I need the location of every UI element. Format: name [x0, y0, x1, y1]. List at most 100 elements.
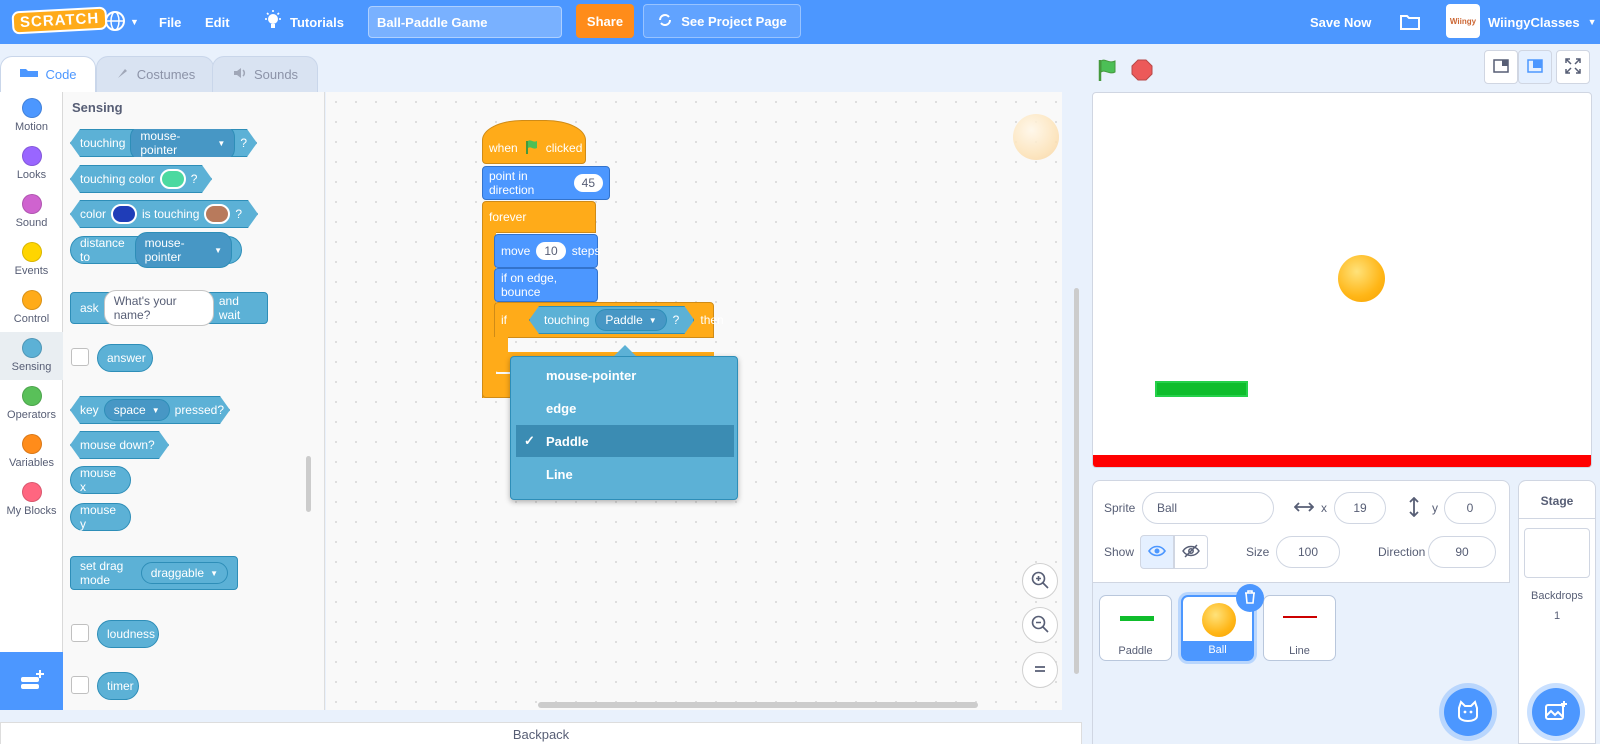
color-swatch[interactable] — [204, 204, 230, 224]
block-touching-color[interactable]: touching color ? — [70, 165, 212, 193]
block-forever[interactable]: forever — [482, 201, 596, 233]
zoom-out-button[interactable] — [1022, 607, 1058, 643]
block-distance-to[interactable]: distance to mouse-pointer ▼ — [70, 232, 242, 268]
choose-sprite-button[interactable] — [1444, 688, 1492, 736]
x-input[interactable]: 19 — [1334, 492, 1386, 524]
size-input[interactable]: 100 — [1276, 536, 1340, 568]
block-move-steps[interactable]: move 10 steps — [494, 234, 600, 268]
hide-button[interactable] — [1174, 535, 1208, 569]
block-mouse-x[interactable]: mouse x — [70, 466, 131, 494]
block-mouse-down[interactable]: mouse down? — [70, 431, 169, 459]
zoom-in-button[interactable] — [1022, 563, 1058, 599]
sprite-tile-line[interactable]: Line — [1263, 595, 1336, 661]
block-point-in-direction[interactable]: point in direction 45 — [482, 166, 610, 200]
green-flag-button[interactable] — [1096, 58, 1120, 85]
block-text: then — [700, 313, 724, 327]
fullscreen-button[interactable] — [1556, 50, 1590, 84]
block-loudness[interactable]: loudness — [97, 620, 159, 648]
dropdown-option-line[interactable]: Line — [516, 458, 734, 490]
block-answer[interactable]: answer — [97, 344, 153, 372]
direction-input[interactable]: 90 — [1428, 536, 1496, 568]
category-variables[interactable]: Variables — [0, 428, 63, 476]
scratch-logo[interactable]: SCRATCH — [11, 6, 108, 35]
speaker-icon — [232, 65, 248, 84]
large-stage-button[interactable] — [1518, 50, 1552, 84]
block-touching[interactable]: touching mouse-pointer ▼ ? — [70, 129, 257, 157]
block-dropdown[interactable]: mouse-pointer ▼ — [134, 232, 232, 268]
block-input[interactable]: 45 — [573, 174, 603, 192]
save-now-button[interactable]: Save Now — [1310, 0, 1371, 44]
backdrop-thumbnail[interactable] — [1524, 528, 1590, 578]
monitor-checkbox[interactable] — [71, 348, 89, 366]
show-button[interactable] — [1140, 535, 1174, 569]
block-input[interactable]: What's your name? — [103, 290, 214, 326]
category-my-blocks[interactable]: My Blocks — [0, 476, 63, 524]
palette-scrollbar[interactable] — [306, 456, 311, 512]
sprite-tile-paddle[interactable]: Paddle — [1099, 595, 1172, 661]
category-sensing[interactable]: Sensing — [0, 332, 63, 380]
workspace-horizontal-scrollbar[interactable] — [538, 702, 978, 708]
block-dropdown[interactable]: space ▼ — [104, 399, 170, 421]
sprite-name-input[interactable]: Ball — [1142, 492, 1274, 524]
block-when-flag-clicked[interactable]: when clicked — [482, 120, 586, 164]
dropdown-option-paddle[interactable]: ✓ Paddle — [516, 425, 734, 457]
block-dropdown[interactable]: Paddle ▼ — [595, 309, 666, 331]
tab-costumes[interactable]: Costumes — [96, 56, 214, 92]
category-events[interactable]: Events — [0, 236, 63, 284]
small-stage-button[interactable] — [1484, 50, 1518, 84]
category-sound[interactable]: Sound — [0, 188, 63, 236]
tab-code-label: Code — [45, 67, 77, 82]
block-key-pressed[interactable]: key space ▼ pressed? — [70, 396, 230, 424]
block-dropdown[interactable]: mouse-pointer ▼ — [130, 125, 235, 161]
category-dot — [21, 290, 42, 310]
backpack[interactable]: Backpack — [0, 722, 1082, 744]
dropdown-option-edge[interactable]: edge — [516, 392, 734, 424]
edit-menu[interactable]: Edit — [205, 0, 230, 44]
choose-backdrop-button[interactable] — [1532, 688, 1580, 736]
block-mouse-y[interactable]: mouse y — [70, 503, 131, 531]
category-operators[interactable]: Operators — [0, 380, 63, 428]
delete-sprite-button[interactable] — [1236, 584, 1264, 612]
account-menu[interactable]: WiingyClasses ▼ — [1488, 0, 1597, 44]
block-input[interactable]: 10 — [536, 242, 566, 260]
ball-sprite[interactable] — [1338, 255, 1385, 302]
language-menu[interactable]: ▼ — [104, 0, 139, 44]
share-button[interactable]: Share — [576, 4, 634, 38]
category-label: Variables — [8, 457, 55, 469]
block-timer[interactable]: timer — [97, 672, 139, 700]
category-control[interactable]: Control — [0, 284, 63, 332]
category-looks[interactable]: Looks — [0, 140, 63, 188]
project-title-input[interactable]: Ball-Paddle Game — [368, 6, 562, 38]
tutorials-button[interactable]: Tutorials — [264, 0, 344, 44]
monitor-checkbox[interactable] — [71, 676, 89, 694]
line-sprite[interactable] — [1093, 455, 1591, 467]
touching-dropdown-menu: mouse-pointer edge ✓ Paddle Line — [510, 356, 738, 500]
tab-code[interactable]: Code — [0, 56, 96, 92]
block-set-drag-mode[interactable]: set drag mode draggable ▼ — [70, 556, 238, 590]
add-extension-button[interactable] — [0, 652, 64, 710]
tab-sounds[interactable]: Sounds — [212, 56, 318, 92]
block-ask-and-wait[interactable]: ask What's your name? and wait — [70, 290, 268, 326]
tab-sounds-label: Sounds — [253, 67, 299, 82]
block-touching-condition[interactable]: touching Paddle ▼ ? — [529, 306, 694, 334]
stop-button[interactable] — [1130, 58, 1154, 85]
dropdown-option-mouse-pointer[interactable]: mouse-pointer — [516, 359, 734, 391]
paddle-sprite[interactable] — [1155, 381, 1248, 397]
block-color-is-touching[interactable]: color is touching ? — [70, 200, 258, 228]
block-if-on-edge-bounce[interactable]: if on edge, bounce — [494, 268, 598, 302]
y-input[interactable]: 0 — [1444, 492, 1496, 524]
folder-icon[interactable] — [1399, 0, 1421, 44]
block-if-then[interactable]: if touching Paddle ▼ ? then — [494, 302, 724, 338]
zoom-reset-button[interactable] — [1022, 652, 1058, 688]
stage-canvas[interactable] — [1092, 92, 1592, 468]
block-text: answer — [107, 351, 146, 365]
see-project-page-button[interactable]: See Project Page — [643, 4, 801, 38]
workspace-vertical-scrollbar[interactable] — [1074, 288, 1079, 674]
file-menu[interactable]: File — [159, 0, 181, 44]
color-swatch[interactable] — [111, 204, 137, 224]
category-motion[interactable]: Motion — [0, 92, 63, 140]
monitor-checkbox[interactable] — [71, 624, 89, 642]
color-swatch[interactable] — [160, 169, 186, 189]
avatar[interactable]: Wiingy — [1446, 4, 1480, 38]
block-dropdown[interactable]: draggable ▼ — [140, 562, 228, 584]
